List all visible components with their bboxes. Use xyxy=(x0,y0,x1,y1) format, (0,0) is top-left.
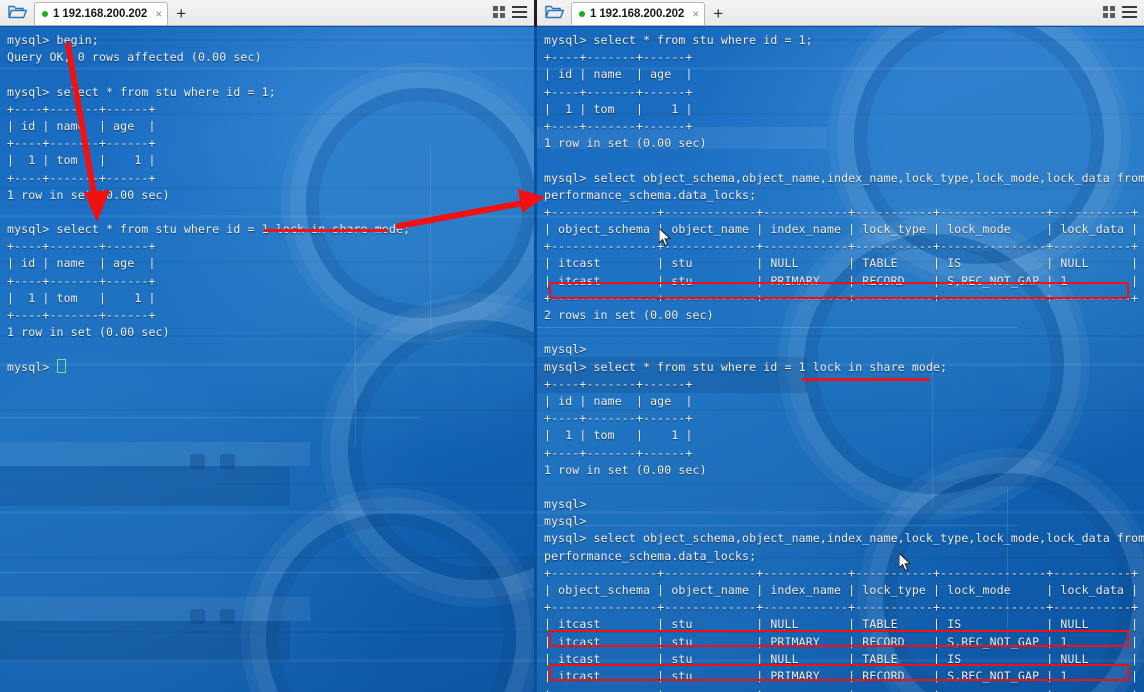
annotation-arrow-cross xyxy=(396,189,545,229)
mouse-cursor-icon xyxy=(659,228,672,247)
screen: 1 192.168.200.202 × + 1 192.168.200.202 … xyxy=(0,0,1144,692)
mouse-cursor-icon xyxy=(899,553,912,572)
